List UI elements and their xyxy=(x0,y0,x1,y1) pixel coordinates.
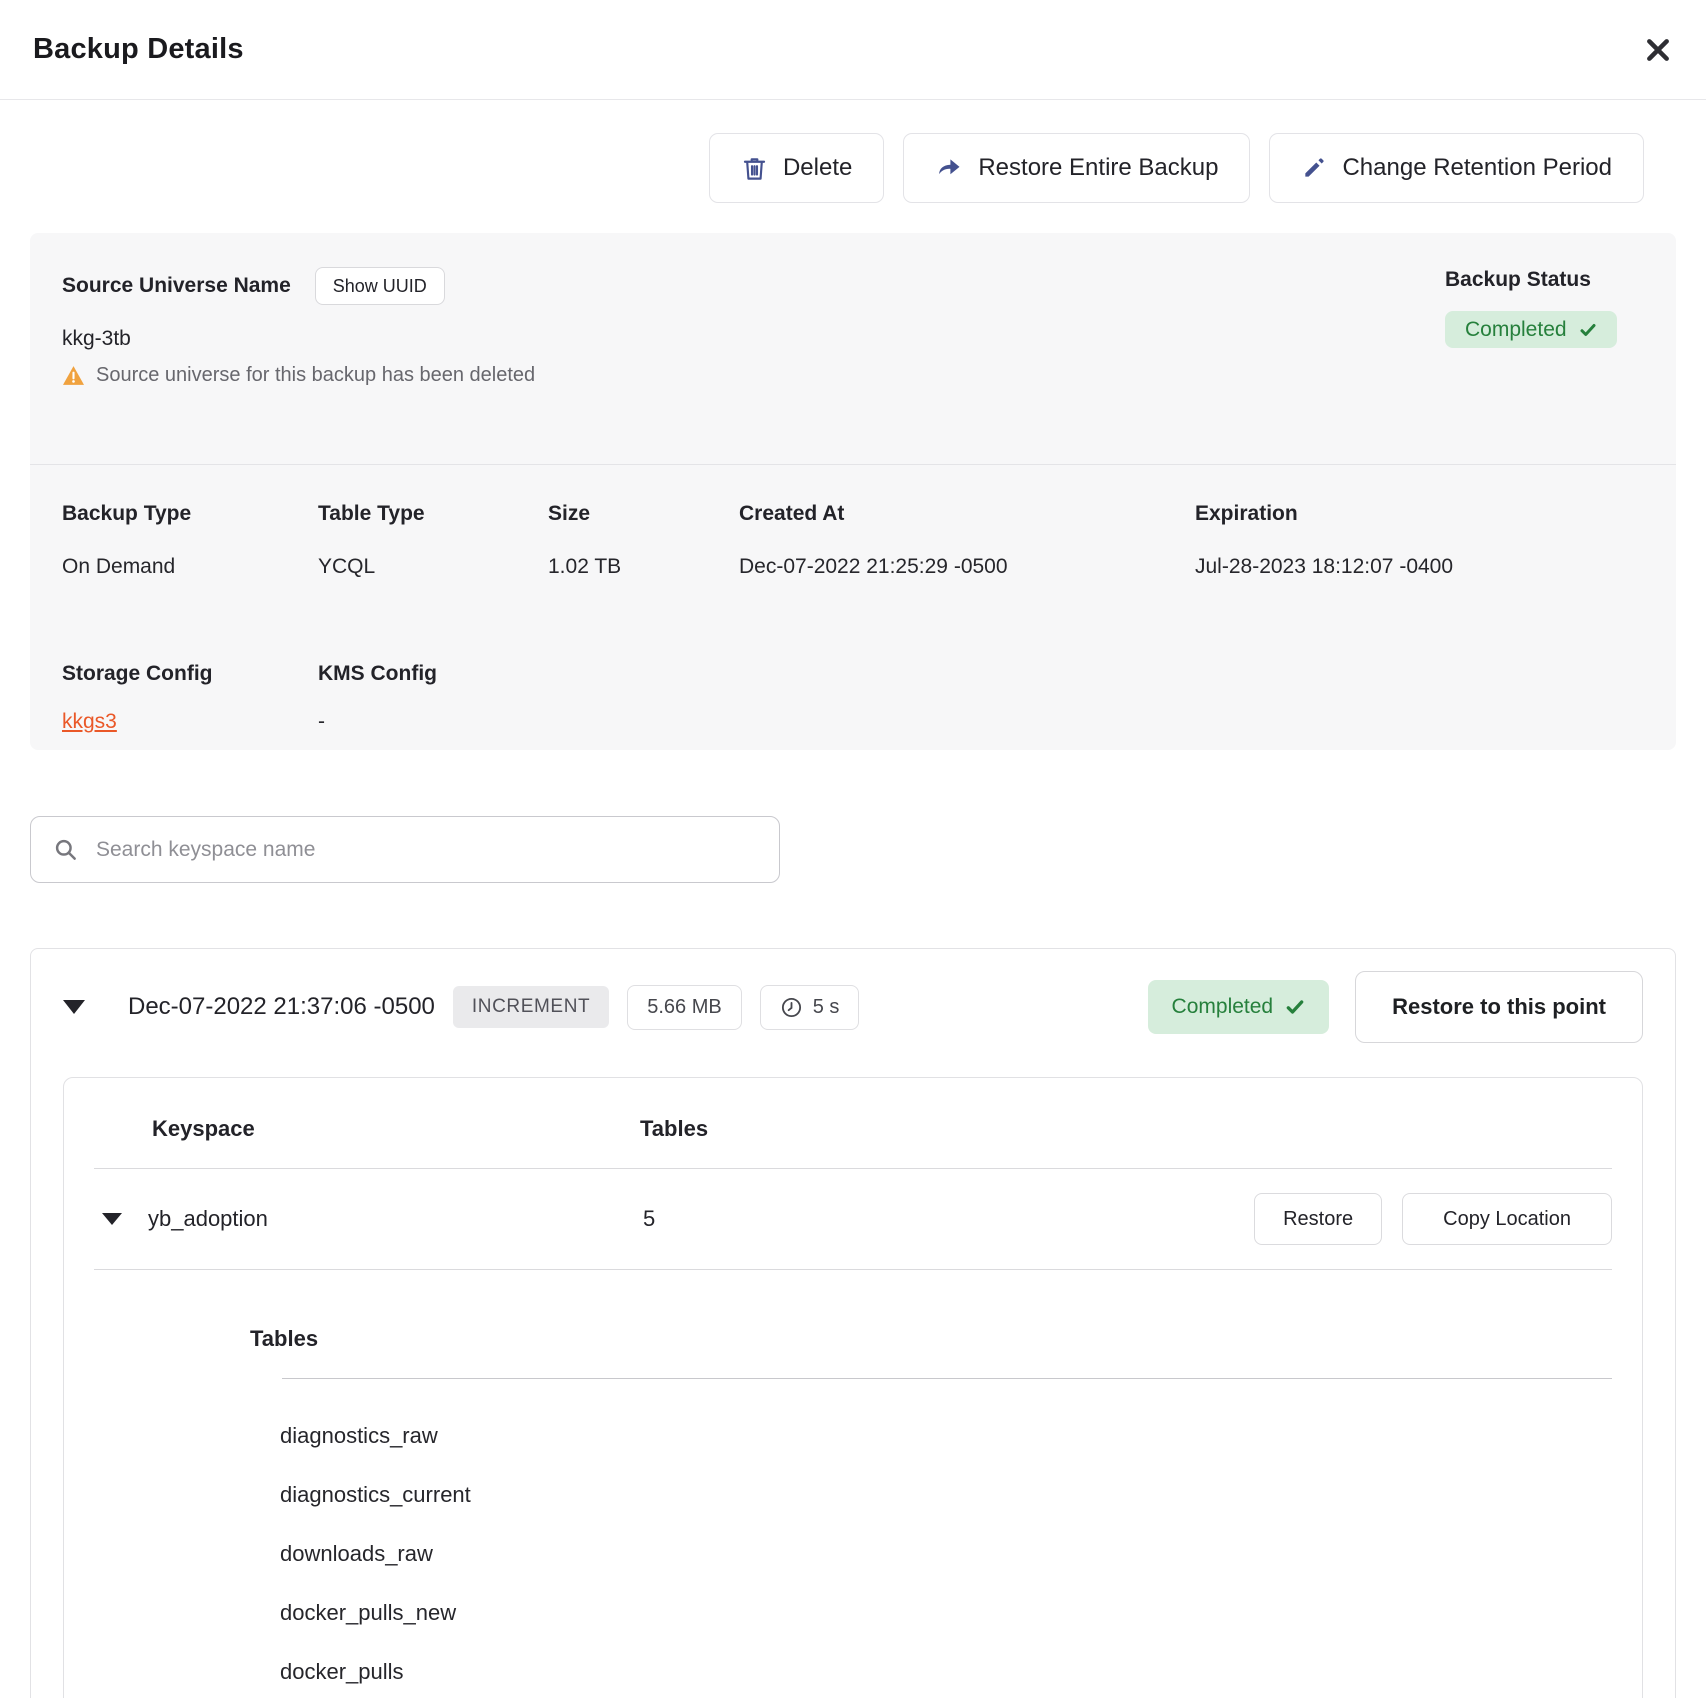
change-retention-label: Change Retention Period xyxy=(1342,154,1612,182)
kms-config-label: KMS Config xyxy=(318,661,1644,687)
backup-status-label: Backup Status xyxy=(1445,267,1644,293)
keyspace-restore-button[interactable]: Restore xyxy=(1254,1193,1382,1245)
field-label: Table Type xyxy=(318,501,548,527)
backup-details-grid: Backup Type Table Type Size Created At E… xyxy=(30,465,1676,580)
tables-subsection-divider xyxy=(282,1378,1612,1379)
duration-text: 5 s xyxy=(813,996,840,1019)
clock-icon xyxy=(780,996,803,1019)
kms-config-value: - xyxy=(318,709,1644,735)
table-list-item: downloads_raw xyxy=(280,1541,1612,1567)
keyspace-table-count: 5 xyxy=(643,1206,655,1232)
copy-location-button[interactable]: Copy Location xyxy=(1402,1193,1612,1245)
storage-config-link[interactable]: kkgs3 xyxy=(62,710,117,733)
table-list-item: docker_pulls_new xyxy=(280,1600,1612,1626)
delete-button[interactable]: Delete xyxy=(709,133,884,203)
tables-subsection: Tables diagnostics_raw diagnostics_curre… xyxy=(64,1270,1642,1685)
increment-type-badge: INCREMENT xyxy=(453,986,609,1028)
page-title: Backup Details xyxy=(33,33,244,66)
search-row xyxy=(30,816,1676,883)
delete-button-label: Delete xyxy=(783,154,852,182)
restore-to-this-point-button[interactable]: Restore to this point xyxy=(1355,971,1643,1043)
show-uuid-button[interactable]: Show UUID xyxy=(315,267,445,305)
field-value: Jul-28-2023 18:12:07 -0400 xyxy=(1195,554,1644,580)
increment-timestamp: Dec-07-2022 21:37:06 -0500 xyxy=(128,993,435,1021)
storage-config-grid: Storage Config KMS Config kkgs3 - xyxy=(30,580,1676,750)
universe-name: kkg-3tb xyxy=(62,326,1644,352)
action-buttons-row: Delete Restore Entire Backup Change Rete… xyxy=(0,133,1706,203)
keyspace-caret-icon[interactable] xyxy=(102,1213,122,1225)
source-universe-label: Source Universe Name xyxy=(62,273,291,299)
field-label: Expiration xyxy=(1195,501,1644,527)
increment-header-row: Dec-07-2022 21:37:06 -0500 INCREMENT 5.6… xyxy=(31,949,1675,1077)
status-badge: Completed xyxy=(1445,311,1617,348)
change-retention-button[interactable]: Change Retention Period xyxy=(1269,133,1644,203)
universe-deleted-warning: Source universe for this backup has been… xyxy=(96,362,535,388)
restore-entire-backup-button[interactable]: Restore Entire Backup xyxy=(903,133,1250,203)
check-icon xyxy=(1579,321,1597,339)
increment-status-text: Completed xyxy=(1172,995,1274,1019)
warning-icon xyxy=(62,365,85,386)
restore-arrow-icon xyxy=(935,154,963,182)
search-box xyxy=(30,816,780,883)
increment-duration-badge: 5 s xyxy=(760,985,860,1030)
search-icon xyxy=(53,837,79,863)
field-label: Backup Type xyxy=(62,501,318,527)
check-icon xyxy=(1285,997,1305,1017)
collapse-caret-icon[interactable] xyxy=(63,1000,85,1014)
increment-status-badge: Completed xyxy=(1148,980,1330,1034)
field-label: Created At xyxy=(739,501,1195,527)
keyspace-name: yb_adoption xyxy=(148,1206,643,1232)
keyspace-table-card: Keyspace Tables yb_adoption 5 Restore Co… xyxy=(63,1077,1643,1698)
pencil-icon xyxy=(1301,155,1327,181)
source-universe-section: Source Universe Name Show UUID kkg-3tb S… xyxy=(30,233,1676,388)
tables-column-header: Tables xyxy=(640,1116,708,1142)
field-value: 1.02 TB xyxy=(548,554,739,580)
table-list-item: diagnostics_current xyxy=(280,1482,1612,1508)
restore-entire-backup-label: Restore Entire Backup xyxy=(978,154,1218,182)
increment-backup-card: Dec-07-2022 21:37:06 -0500 INCREMENT 5.6… xyxy=(30,948,1676,1698)
keyspace-column-header: Keyspace xyxy=(152,1116,640,1142)
search-keyspace-input[interactable] xyxy=(94,837,757,863)
increment-size-badge: 5.66 MB xyxy=(627,985,741,1030)
tables-list: diagnostics_raw diagnostics_current down… xyxy=(280,1423,1612,1685)
field-value: On Demand xyxy=(62,554,318,580)
backup-summary-panel: Source Universe Name Show UUID kkg-3tb S… xyxy=(30,233,1676,750)
close-icon xyxy=(1642,34,1674,66)
modal-header: Backup Details xyxy=(0,0,1706,100)
table-list-item: docker_pulls xyxy=(280,1659,1612,1685)
storage-config-label: Storage Config xyxy=(62,661,318,687)
table-list-item: diagnostics_raw xyxy=(280,1423,1612,1449)
status-badge-text: Completed xyxy=(1465,318,1567,342)
keyspace-table-header: Keyspace Tables xyxy=(64,1078,1642,1168)
field-value: Dec-07-2022 21:25:29 -0500 xyxy=(739,554,1195,580)
trash-icon xyxy=(741,155,768,182)
backup-status-block: Backup Status Completed xyxy=(1445,267,1644,348)
backup-details-modal: Backup Details Delete Re xyxy=(0,0,1706,1698)
field-value: YCQL xyxy=(318,554,548,580)
keyspace-row: yb_adoption 5 Restore Copy Location xyxy=(64,1169,1642,1269)
tables-subsection-label: Tables xyxy=(250,1326,1612,1352)
close-button[interactable] xyxy=(1636,28,1680,72)
field-label: Size xyxy=(548,501,739,527)
